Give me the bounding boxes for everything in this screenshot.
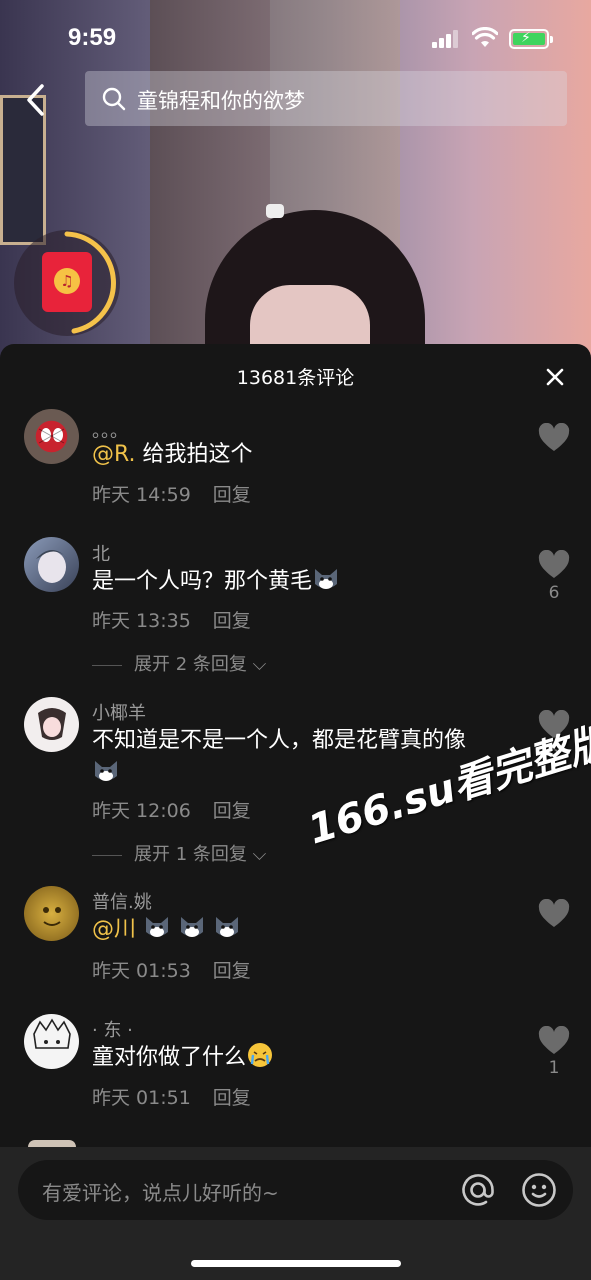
red-packet-widget[interactable]: ♫: [14, 230, 120, 336]
wifi-icon: [472, 27, 498, 47]
dog-emoji-icon: [315, 569, 338, 589]
avatar[interactable]: [24, 886, 79, 941]
comment-username[interactable]: 普信.姚: [92, 888, 152, 914]
search-input[interactable]: 童锦程和你的欲梦: [85, 71, 567, 126]
reply-button[interactable]: 回复: [213, 960, 251, 982]
status-time: 9:59: [68, 24, 117, 51]
reply-button[interactable]: 回复: [213, 610, 251, 632]
comment-username[interactable]: · 东 ·: [92, 1016, 133, 1042]
heart-icon[interactable]: [538, 550, 570, 580]
status-bar: 9:59 ⚡: [0, 0, 591, 70]
comment-meta: 昨天 13:35 回复: [92, 606, 251, 633]
comment-time: 昨天 13:35: [92, 610, 191, 632]
reply-button[interactable]: 回复: [213, 484, 251, 506]
comment-meta: 昨天 01:51 回复: [92, 1083, 251, 1110]
crying-emoji-icon: [248, 1043, 273, 1067]
comment-text: 是一个人吗？那个黄毛: [92, 565, 512, 598]
comment-text: @R. 给我拍这个: [92, 442, 253, 467]
comments-sheet: 13681条评论: [0, 344, 591, 1280]
expand-replies[interactable]: 展开 2 条回复 ⌵: [92, 650, 266, 676]
close-icon[interactable]: [540, 362, 570, 392]
dog-emoji-icon: [95, 761, 117, 781]
signal-icon: [432, 30, 460, 48]
back-icon[interactable]: [20, 80, 54, 120]
search-query: 童锦程和你的欲梦: [137, 89, 305, 113]
avatar[interactable]: [24, 409, 79, 464]
comment-meta: 昨天 01:53 回复: [92, 956, 251, 983]
comments-count-title: 13681条评论: [236, 367, 355, 389]
reply-button[interactable]: 回复: [213, 1087, 251, 1109]
comment-time: 昨天 01:53: [92, 960, 191, 982]
comment-text: @川: [92, 913, 512, 946]
comment-input[interactable]: 有爱评论，说点儿好听的~: [18, 1160, 573, 1220]
avatar[interactable]: [24, 697, 79, 752]
search-icon: [102, 87, 126, 111]
heart-icon[interactable]: [538, 899, 570, 929]
avatar: [28, 1140, 76, 1147]
avatar[interactable]: [24, 537, 79, 592]
like-count: 6: [548, 583, 560, 603]
comment-meta: 昨天 14:59 回复: [92, 480, 251, 507]
emoji-icon[interactable]: [520, 1171, 558, 1209]
dog-emoji-icon: [216, 917, 239, 937]
comment-username[interactable]: 北: [92, 540, 110, 566]
comment-time: 昨天 12:06: [92, 800, 191, 822]
like-count: 1: [548, 1058, 560, 1078]
heart-icon[interactable]: [538, 1026, 570, 1056]
heart-icon[interactable]: [538, 423, 570, 453]
hairclip: [266, 204, 284, 218]
red-packet-icon: ♫: [42, 252, 92, 312]
at-icon[interactable]: [459, 1171, 497, 1209]
home-indicator[interactable]: [191, 1260, 401, 1267]
dog-emoji-icon: [146, 917, 169, 937]
comment-time: 昨天 14:59: [92, 484, 191, 506]
dog-emoji-icon: [181, 917, 204, 937]
battery-icon: ⚡: [509, 29, 553, 49]
comment-input-placeholder: 有爱评论，说点儿好听的~: [42, 1181, 279, 1205]
comment-username[interactable]: 小椰羊: [92, 699, 146, 725]
comment-time: 昨天 01:51: [92, 1087, 191, 1109]
mention[interactable]: @川: [92, 917, 136, 942]
comment-meta: 昨天 12:06 回复: [92, 796, 251, 823]
comment-text: 童对你做了什么: [92, 1041, 512, 1074]
avatar[interactable]: [24, 1014, 79, 1069]
reply-button[interactable]: 回复: [213, 800, 251, 822]
mention[interactable]: @R.: [92, 442, 136, 467]
expand-replies[interactable]: 展开 1 条回复 ⌵: [92, 840, 266, 866]
